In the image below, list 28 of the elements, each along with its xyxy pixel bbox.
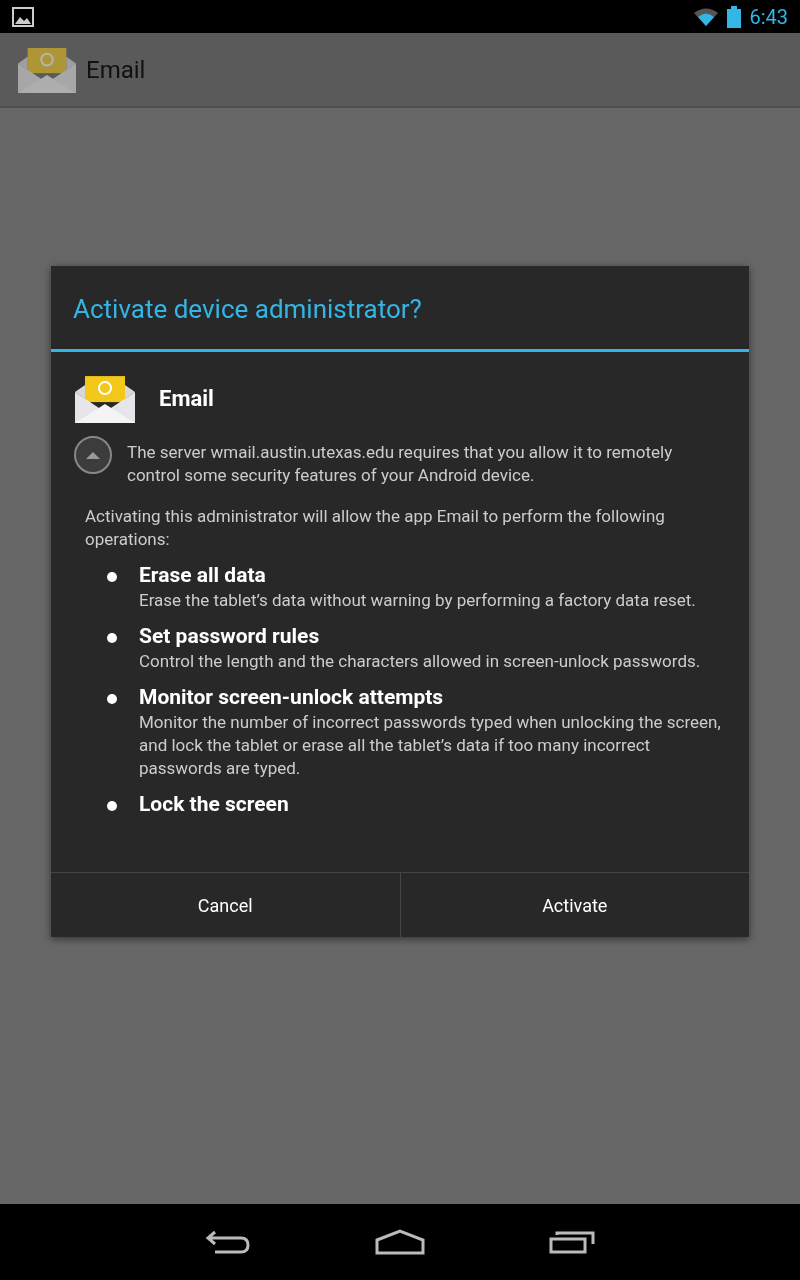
- bullet-icon: [107, 572, 117, 583]
- policy-title: Erase all data: [139, 562, 267, 590]
- dialog-title: Activate device administrator?: [51, 266, 749, 352]
- back-icon[interactable]: [205, 1229, 251, 1255]
- picture-notification-icon: [12, 6, 34, 27]
- policy-title: Monitor screen-unlock attempts: [139, 684, 445, 712]
- recent-apps-icon[interactable]: [549, 1230, 595, 1254]
- collapse-icon[interactable]: [73, 435, 113, 476]
- email-app-icon: [75, 374, 135, 424]
- activate-button[interactable]: Activate: [399, 873, 749, 937]
- policy-description: Control the length and the characters allowed in screen-unlock passwords.: [139, 650, 701, 674]
- policy-description: Erase the tablet’s data without warning by performing a factory data reset.: [139, 589, 696, 613]
- app-name: Email: [159, 386, 214, 412]
- description-text: The server wmail.austin.utexas.edu requires that you allow it to remotely control some security features of your Android device.: [127, 441, 674, 488]
- app-title: Email: [86, 55, 146, 84]
- policy-title: Set password rules: [139, 623, 321, 651]
- bullet-icon: [107, 801, 117, 812]
- wifi-icon: [693, 6, 720, 27]
- policy-description: Monitor the number of incorrect passwords typed when unlocking the screen, and lock the tablet or erase all the tablet’s data if too many incorrect passwords are typed.: [139, 711, 722, 781]
- cancel-button[interactable]: Cancel: [51, 873, 400, 937]
- bullet-icon: [107, 694, 117, 705]
- bullet-icon: [107, 633, 117, 644]
- email-app-icon: [18, 45, 76, 94]
- home-icon[interactable]: [375, 1229, 425, 1255]
- policy-title: Lock the screen: [139, 791, 289, 819]
- battery-icon: [727, 5, 742, 28]
- intro-text: Activating this administrator will allow the app Email to perform the following operations:: [85, 505, 666, 552]
- clock: 6:43: [749, 4, 788, 29]
